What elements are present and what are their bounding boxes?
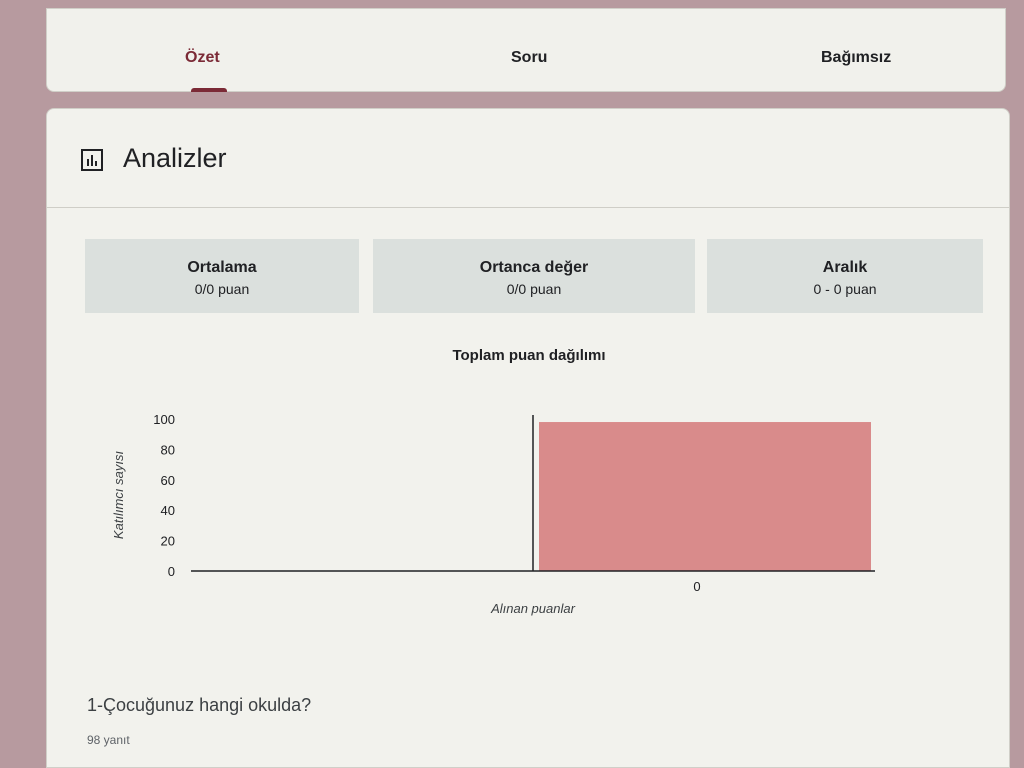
stat-average-value: 0/0 puan bbox=[194, 281, 250, 297]
tab-summary[interactable]: Özet bbox=[185, 49, 220, 67]
stat-average: Ortalama 0/0 puan bbox=[85, 239, 359, 313]
y-tick-label: 40 bbox=[161, 503, 175, 518]
y-axis-label: Katılımcı sayısı bbox=[111, 451, 126, 540]
section-header: Analizler bbox=[47, 109, 1009, 208]
y-tick-label: 20 bbox=[161, 534, 175, 549]
tab-individual[interactable]: Bağımsız bbox=[821, 49, 891, 67]
bar-0 bbox=[539, 422, 871, 571]
analytics-card: Analizler Ortalama 0/0 puan Ortanca değe… bbox=[46, 108, 1010, 768]
stat-average-label: Ortalama bbox=[187, 259, 257, 276]
question-title: 1-Çocuğunuz hangi okulda? bbox=[87, 695, 312, 715]
tab-question[interactable]: Soru bbox=[511, 49, 547, 67]
y-tick-label: 0 bbox=[168, 564, 175, 579]
bar-chart-icon bbox=[81, 149, 103, 171]
stat-range-label: Aralık bbox=[822, 259, 868, 276]
active-tab-indicator bbox=[191, 88, 227, 92]
score-distribution-chart: 0 20 40 60 80 100 Katılımcı sayısı 0 Alınan puan… bbox=[111, 412, 875, 616]
y-tick-label: 80 bbox=[161, 442, 175, 457]
y-tick-label: 60 bbox=[161, 473, 175, 488]
chart-title: Toplam puan dağılımı bbox=[452, 347, 606, 364]
x-axis-label: Alınan puanlar bbox=[490, 601, 576, 616]
y-tick-label: 100 bbox=[153, 412, 175, 427]
stat-median-label: Ortanca değer bbox=[479, 259, 589, 276]
stat-range-value: 0 - 0 puan bbox=[813, 281, 877, 297]
x-tick-label: 0 bbox=[693, 579, 700, 594]
stat-median-value: 0/0 puan bbox=[506, 281, 562, 297]
stat-range: Aralık 0 - 0 puan bbox=[707, 239, 983, 313]
tab-bar: Özet Soru Bağımsız bbox=[46, 8, 1006, 92]
section-title: Analizler bbox=[123, 143, 227, 173]
stat-median: Ortanca değer 0/0 puan bbox=[373, 239, 695, 313]
response-count: 98 yanıt bbox=[87, 733, 130, 747]
